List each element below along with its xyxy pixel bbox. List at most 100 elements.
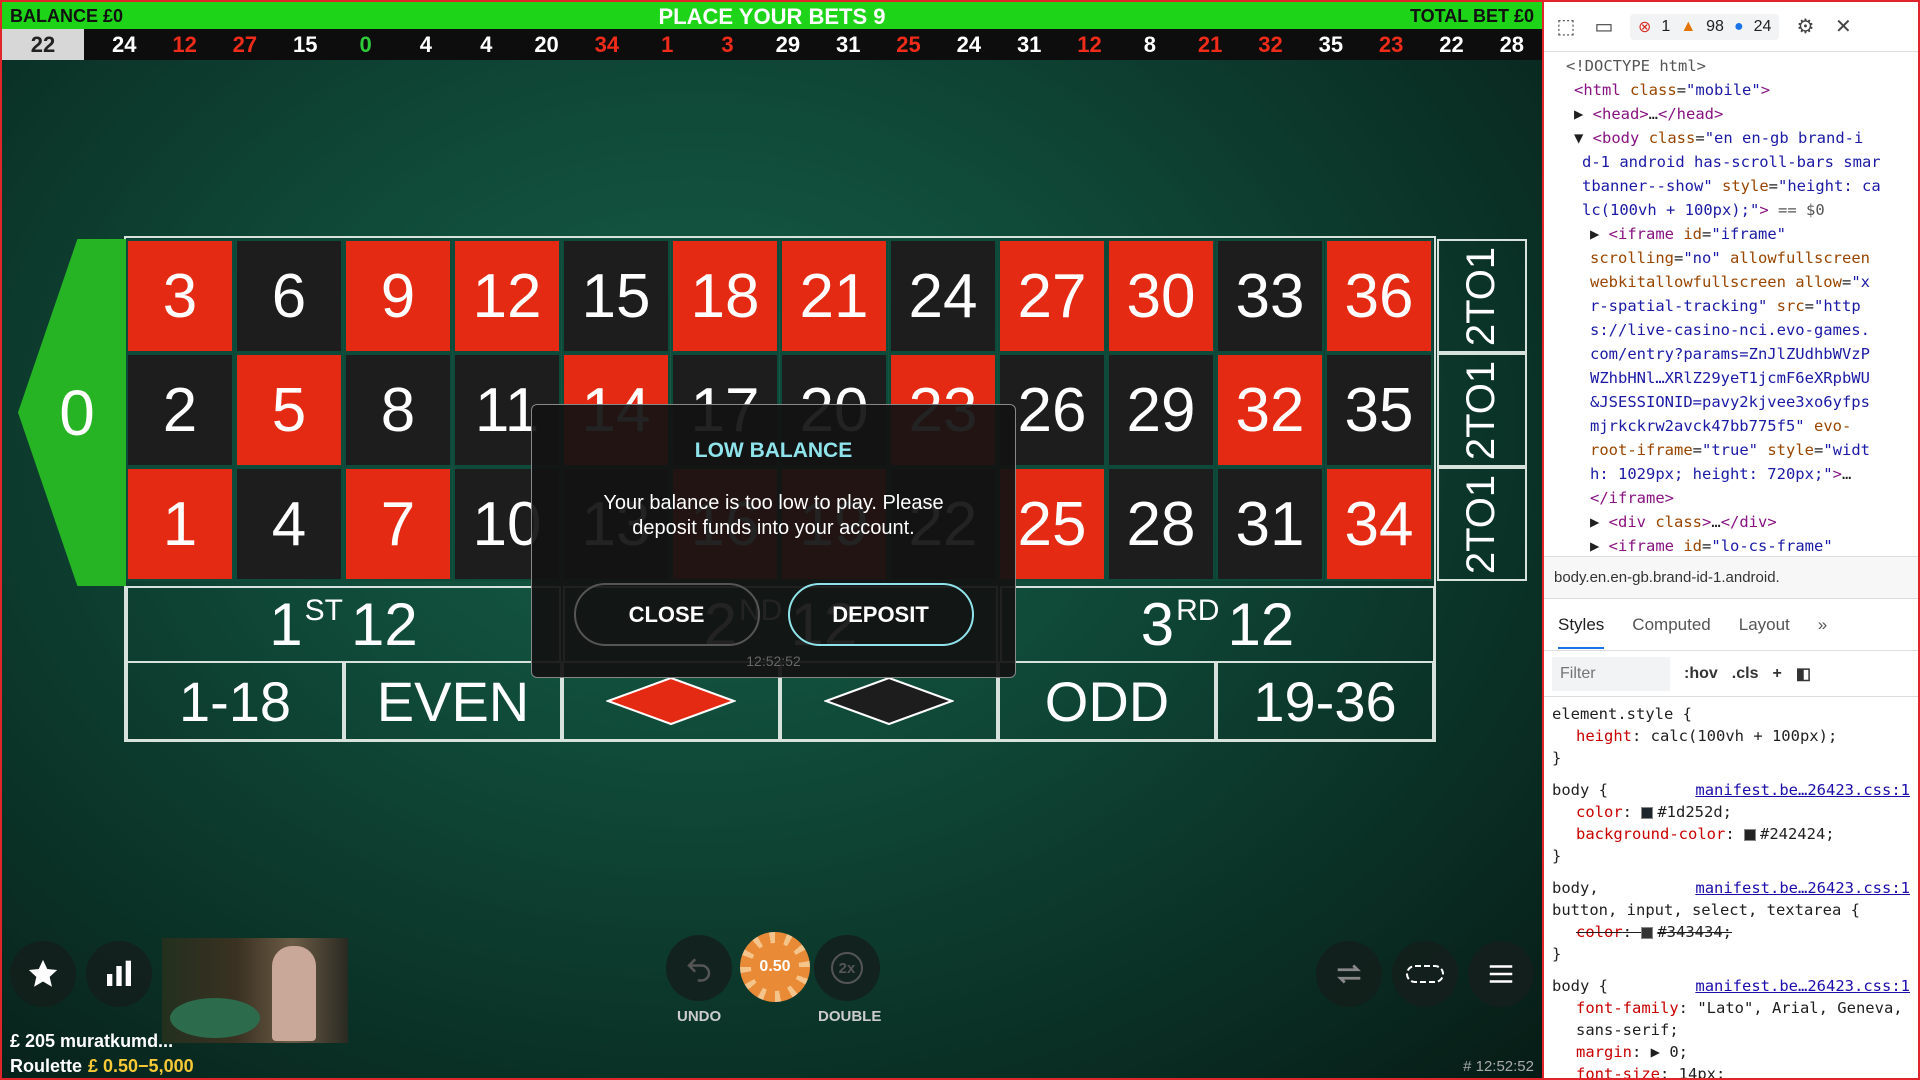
dom-line[interactable]: </iframe> [1566,486,1898,510]
rule-source-link[interactable]: manifest.be…26423.css:1 [1695,877,1910,899]
number-cell[interactable]: 29 [1107,353,1215,467]
dom-line[interactable]: d-1 android has-scroll-bars smar [1566,150,1898,174]
number-cell[interactable]: 18 [671,239,779,353]
chip-selector[interactable]: 0.50 [740,932,810,1002]
styles-filter-input[interactable] [1552,656,1670,691]
number-cell[interactable]: 2 [126,353,234,467]
number-cell[interactable]: 32 [1216,353,1324,467]
hov-toggle[interactable]: :hov [1684,665,1718,683]
column-bet[interactable]: 2TO1 [1437,353,1527,467]
number-cell[interactable]: 15 [562,239,670,353]
outside-bet[interactable]: 19-36 [1216,661,1434,741]
dom-line[interactable]: ▶ <head>…</head> [1566,102,1898,126]
number-cell[interactable]: 34 [1325,467,1433,581]
number-cell[interactable]: 30 [1107,239,1215,353]
dom-line[interactable]: scrolling="no" allowfullscreen [1566,246,1898,270]
number-cell[interactable]: 1 [126,467,234,581]
dom-line[interactable]: com/entry?params=ZnJlZUdhbWVzP [1566,342,1898,366]
number-cell[interactable]: 27 [998,239,1106,353]
breadcrumb-path[interactable]: body.en.en-gb.brand-id-1.android. [1554,569,1780,586]
sidebar-toggle-icon[interactable]: ◧ [1796,664,1811,684]
live-video-thumbnail[interactable] [162,938,348,1043]
css-rule[interactable]: body {manifest.be…26423.css:1 font-family… [1552,975,1910,1078]
css-declaration[interactable]: color: #1d252d; [1552,801,1910,823]
tab-computed[interactable]: Computed [1632,615,1710,635]
dom-line[interactable]: r-spatial-tracking" src="http [1566,294,1898,318]
number-cell[interactable]: 4 [235,467,343,581]
dom-tree[interactable]: <!DOCTYPE html> <html class="mobile"> ▶ <h… [1544,52,1918,557]
css-declaration[interactable]: color: #343434; [1552,921,1910,943]
tab-layout[interactable]: Layout [1739,615,1790,635]
inspect-element-icon[interactable]: ⬚ [1554,15,1578,39]
number-cell[interactable]: 33 [1216,239,1324,353]
dom-line[interactable]: &JSESSIONID=pavy2kjvee3xo6yfps [1566,390,1898,414]
racetrack-button[interactable] [1392,941,1458,1007]
dom-line[interactable]: WZhbHNl…XRlZ29yeT1jcmF6eXRpbWU [1566,366,1898,390]
css-rule[interactable]: element.style {height: calc(100vh + 100p… [1552,703,1910,769]
dom-line[interactable]: s://live-casino-nci.evo-games. [1566,318,1898,342]
add-rule-icon[interactable]: + [1772,665,1781,683]
outside-bet[interactable]: ODD [998,661,1216,741]
outside-bet[interactable]: 1-18 [126,661,344,741]
zero-pocket[interactable]: 0 [18,239,126,586]
menu-button[interactable] [1468,941,1534,1007]
dom-line[interactable]: mjrkckrw2avck47bb775f5" evo- [1566,414,1898,438]
css-declaration[interactable]: background-color: #242424; [1552,823,1910,845]
number-cell[interactable]: 6 [235,239,343,353]
css-declaration[interactable]: height: calc(100vh + 100px); [1552,725,1910,747]
dom-line[interactable]: ▶ <iframe id="lo-cs-frame" [1566,534,1898,558]
dom-line[interactable]: webkitallowfullscreen allow="x [1566,270,1898,294]
dozen-bet[interactable]: 3 RD 12 [1000,586,1435,663]
css-declaration[interactable]: font-size: 14px; [1552,1063,1910,1078]
styles-pane[interactable]: element.style {height: calc(100vh + 100p… [1544,697,1918,1078]
dom-line[interactable]: <!DOCTYPE html> [1566,54,1898,78]
more-tabs-icon[interactable]: » [1818,615,1827,635]
number-cell[interactable]: 28 [1107,467,1215,581]
number-cell[interactable]: 12 [453,239,561,353]
dom-line[interactable]: ▶ <div class>…</div> [1566,510,1898,534]
dom-line[interactable]: root-iframe="true" style="widt [1566,438,1898,462]
css-declaration[interactable]: margin: ▶ 0; [1552,1041,1910,1063]
gear-icon[interactable]: ⚙ [1793,15,1817,39]
rule-source-link[interactable]: manifest.be…26423.css:1 [1695,779,1910,801]
dom-line[interactable]: ▼ <body class="en en-gb brand-i [1566,126,1898,150]
column-bet[interactable]: 2TO1 [1437,467,1527,581]
number-cell[interactable]: 36 [1325,239,1433,353]
column-bet[interactable]: 2TO1 [1437,239,1527,353]
rule-source-link[interactable]: manifest.be…26423.css:1 [1695,975,1910,997]
dom-line[interactable]: h: 1029px; height: 720px;">… [1566,462,1898,486]
number-cell[interactable]: 24 [889,239,997,353]
repeat-button[interactable] [1316,941,1382,1007]
dom-line[interactable]: lc(100vh + 100px);"> == $0 [1566,198,1898,222]
number-cell[interactable]: 31 [1216,467,1324,581]
dom-line[interactable]: <html class="mobile"> [1566,78,1898,102]
number-cell[interactable]: 8 [344,353,452,467]
deposit-button[interactable]: DEPOSIT [787,583,974,646]
cls-toggle[interactable]: .cls [1732,665,1759,683]
double-button[interactable]: 2x [814,935,880,1001]
dom-line[interactable]: ▶ <iframe id="iframe" [1566,222,1898,246]
number-cell[interactable]: 9 [344,239,452,353]
outside-bet[interactable]: EVEN [344,661,562,741]
undo-button[interactable] [666,935,732,1001]
favourite-button[interactable] [10,941,76,1007]
css-declaration[interactable]: font-family: "Lato", Arial, Geneva, sans… [1552,997,1910,1041]
color-swatch[interactable] [1743,828,1756,841]
number-cell[interactable]: 5 [235,353,343,467]
dom-line[interactable]: tbanner--show" style="height: ca [1566,174,1898,198]
css-rule[interactable]: body {manifest.be…26423.css:1 color: #1d2… [1552,779,1910,867]
number-cell[interactable]: 7 [344,467,452,581]
statistics-button[interactable] [86,941,152,1007]
console-counts[interactable]: ⊗ 1 ▲ 98 ● 24 [1630,13,1780,40]
color-swatch[interactable] [1641,806,1654,819]
close-icon[interactable]: ✕ [1831,15,1855,39]
number-cell[interactable]: 21 [780,239,888,353]
device-toggle-icon[interactable]: ▭ [1592,15,1616,39]
css-rule[interactable]: body, manifest.be…26423.css:1 button, inpu… [1552,877,1910,965]
dozen-bet[interactable]: 1 ST 12 [126,586,561,663]
number-cell[interactable]: 3 [126,239,234,353]
tab-styles[interactable]: Styles [1558,601,1605,649]
color-swatch[interactable] [1641,926,1654,939]
number-cell[interactable]: 35 [1325,353,1433,467]
close-button[interactable]: CLOSE [573,583,760,646]
